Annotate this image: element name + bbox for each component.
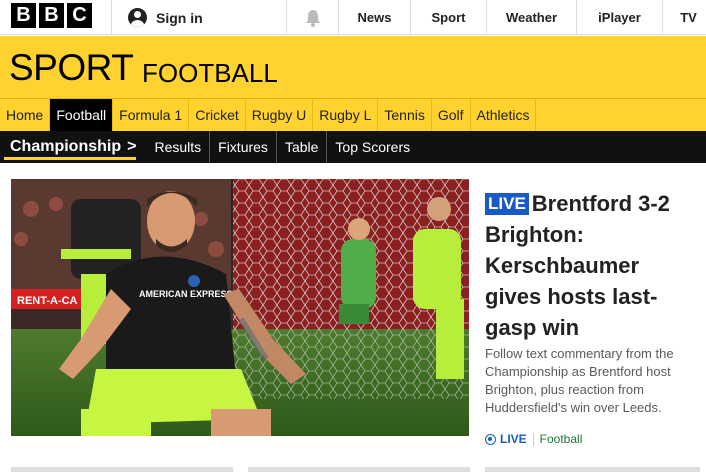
bbc-masthead: B B C Sign in News Sport Weather iPlayer… — [0, 0, 706, 35]
meta-section-link[interactable]: Football — [540, 432, 583, 446]
logo-letter-b2: B — [39, 3, 64, 28]
story-headline[interactable]: LIVE Brentford 3-2 Brighton: Kerschbaumer… — [485, 188, 700, 343]
sport-title[interactable]: SPORT — [9, 48, 134, 88]
lead-story[interactable]: LIVE Brentford 3-2 Brighton: Kerschbaumer… — [485, 188, 700, 343]
sports-nav-athletics[interactable]: Athletics — [471, 99, 537, 131]
sports-nav-rugby-league[interactable]: Rugby L — [313, 99, 379, 131]
sign-in-link[interactable]: Sign in — [111, 0, 286, 35]
celebration-photo: RENT-A-CA AMERICAN EXPRESS — [11, 179, 469, 436]
sign-in-label: Sign in — [156, 9, 203, 26]
meta-divider — [532, 432, 534, 446]
sports-nav-golf[interactable]: Golf — [432, 99, 471, 131]
user-icon — [128, 8, 147, 27]
sport-header: SPORT FOOTBALL — [0, 36, 706, 98]
competition-label: Championship — [10, 138, 122, 155]
logo-letter-c: C — [67, 3, 92, 28]
next-story-card-2[interactable] — [248, 467, 470, 472]
section-title[interactable]: FOOTBALL — [142, 58, 278, 88]
chevron-right-icon: > — [127, 138, 137, 155]
advert-board-text: RENT-A-CA — [17, 295, 78, 307]
sports-nav-football[interactable]: Football — [50, 99, 114, 131]
sports-nav-formula-1[interactable]: Formula 1 — [113, 99, 190, 131]
nav-weather[interactable]: Weather — [486, 0, 576, 35]
sports-nav-rugby-union[interactable]: Rugby U — [246, 99, 314, 131]
story-summary: Follow text commentary from the Champion… — [485, 346, 674, 415]
subnav-results[interactable]: Results — [146, 131, 211, 163]
sports-nav-tennis[interactable]: Tennis — [378, 99, 432, 131]
story-image[interactable]: RENT-A-CA AMERICAN EXPRESS — [11, 179, 469, 436]
bbc-logo[interactable]: B B C — [11, 3, 92, 28]
bell-icon — [305, 9, 320, 27]
subnav-table[interactable]: Table — [277, 131, 328, 163]
nav-sport[interactable]: Sport — [410, 0, 486, 35]
sports-nav-cricket[interactable]: Cricket — [189, 99, 246, 131]
meta-live-label: LIVE — [500, 432, 527, 446]
next-story-card-1[interactable] — [11, 467, 233, 472]
nav-news[interactable]: News — [338, 0, 410, 35]
logo-letter-b1: B — [11, 3, 36, 28]
competition-nav: Championship > Results Fixtures Table To… — [0, 131, 706, 163]
story-meta: LIVE Football — [485, 432, 582, 446]
live-badge: LIVE — [485, 193, 529, 215]
notifications-button[interactable] — [286, 0, 338, 35]
nav-tv[interactable]: TV — [662, 0, 706, 35]
sports-nav: Home Football Formula 1 Cricket Rugby U … — [0, 98, 706, 131]
next-story-card-3[interactable] — [485, 467, 700, 472]
subnav-fixtures[interactable]: Fixtures — [210, 131, 277, 163]
sports-nav-home[interactable]: Home — [0, 99, 51, 131]
live-icon — [485, 433, 496, 445]
nav-iplayer[interactable]: iPlayer — [576, 0, 662, 35]
subnav-top-scorers[interactable]: Top Scorers — [327, 131, 418, 163]
shirt-sponsor-text: AMERICAN EXPRESS — [139, 289, 233, 299]
competition-current[interactable]: Championship > — [0, 131, 146, 163]
